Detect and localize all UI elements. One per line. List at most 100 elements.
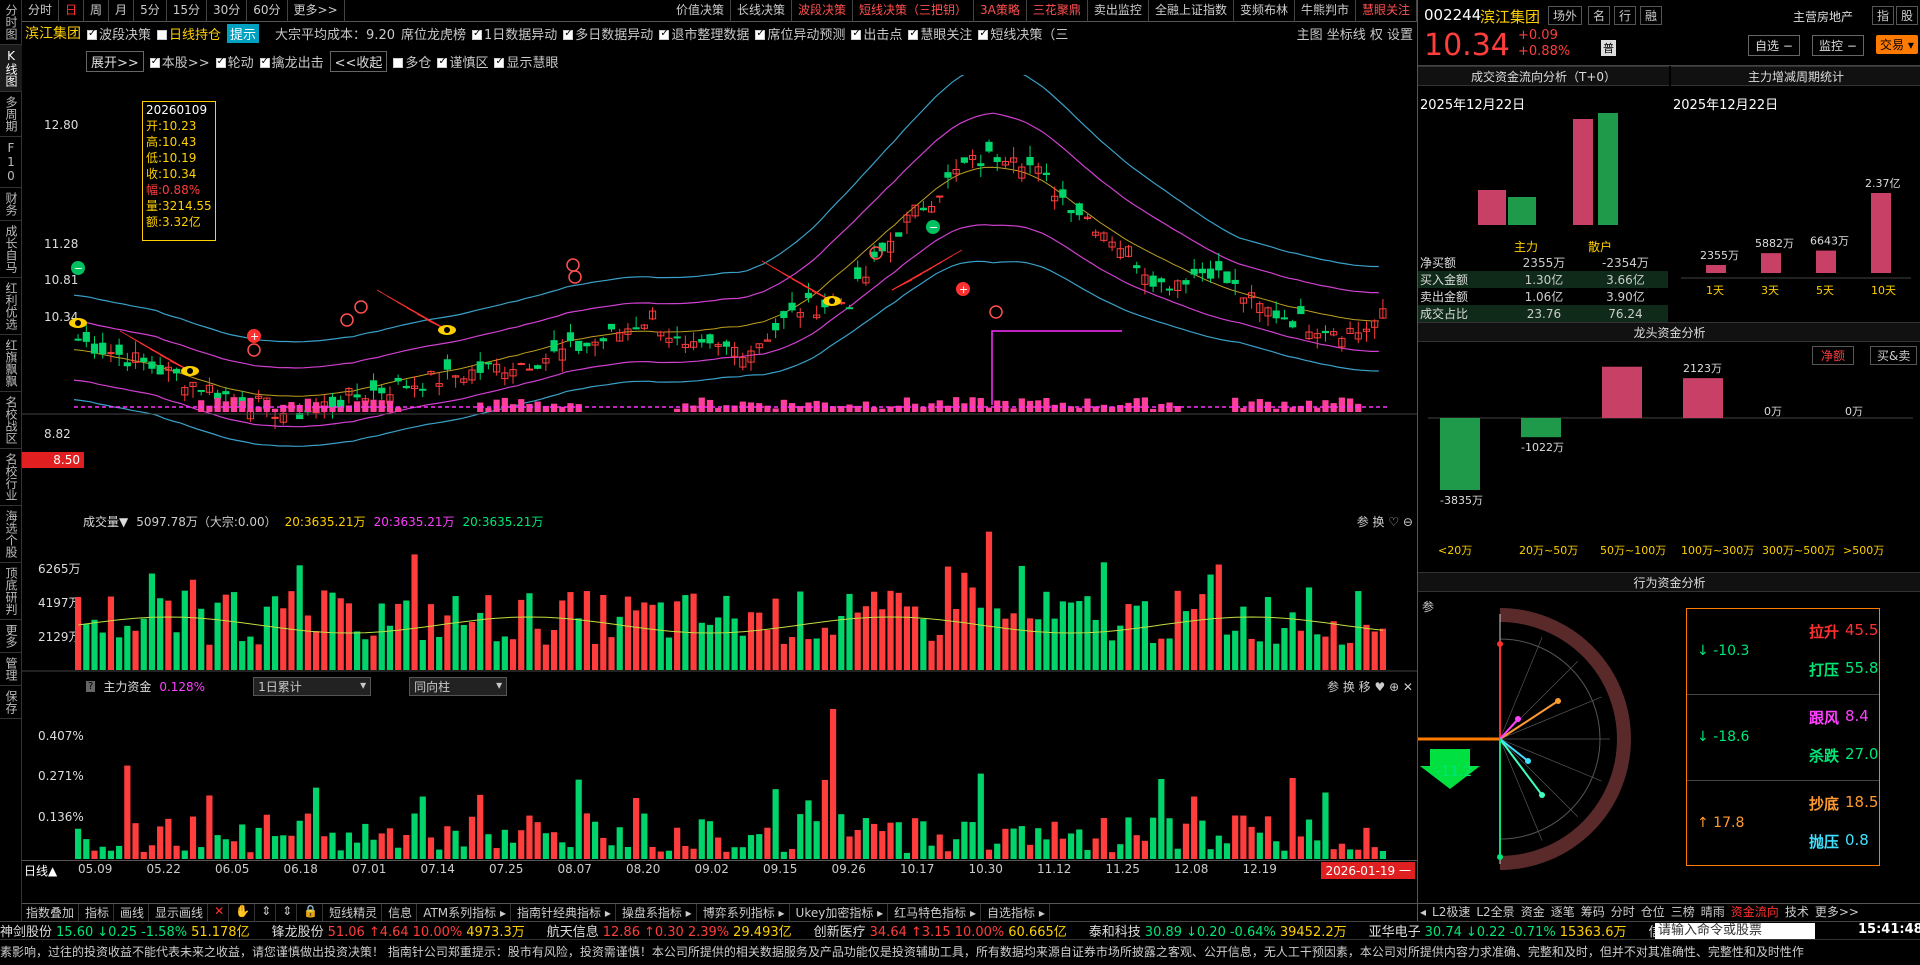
- left-strip-item[interactable]: 顶底研判: [0, 563, 22, 620]
- name-button[interactable]: 名: [1588, 6, 1611, 25]
- dragon-list-link[interactable]: 席位龙虎榜: [401, 24, 466, 43]
- right-panel-tab[interactable]: 分时: [1611, 904, 1635, 921]
- ticker-item[interactable]: 锋龙股份 51.06 ↑4.64 10.00% 4973.3万: [272, 922, 529, 939]
- period-tab[interactable]: 周: [84, 0, 110, 22]
- period-tab[interactable]: 更多>>: [288, 0, 345, 22]
- bottom-tool-tab[interactable]: 指南针经典指标 ▸: [513, 904, 616, 921]
- toolbar-right[interactable]: 主图 坐标线 权 设置: [1297, 24, 1417, 43]
- ticker-item[interactable]: 泰和科技 30.89 ↓0.20 -0.64% 39452.2万: [1089, 922, 1351, 939]
- volume-chart[interactable]: [22, 530, 1417, 672]
- chk-long[interactable]: 多仓: [393, 52, 431, 71]
- chk-eye[interactable]: 慧眼关注: [908, 24, 972, 43]
- bottom-tool-tab[interactable]: 短线精灵: [325, 904, 383, 921]
- kline-chart[interactable]: − + − +: [22, 75, 1417, 505]
- right-panel-tab[interactable]: 资金流向: [1731, 904, 1779, 921]
- left-strip-item[interactable]: 红利优选: [0, 278, 22, 335]
- volume-panel-icons[interactable]: 参 换 ♡ ⊖: [1357, 513, 1413, 530]
- strategy-tab[interactable]: 变频布林: [1234, 0, 1295, 22]
- fund-help-icon[interactable]: ?: [86, 681, 96, 692]
- bottom-tool-tab[interactable]: 显示画线: [151, 904, 209, 921]
- bottom-tool-tab[interactable]: ✕: [210, 904, 230, 921]
- left-strip-item[interactable]: 分时图: [0, 0, 22, 45]
- left-strip-item[interactable]: 多周期: [0, 92, 22, 137]
- strategy-tab[interactable]: 全融上证指数: [1149, 0, 1234, 22]
- stock-button[interactable]: 股: [1896, 6, 1919, 25]
- margin-button[interactable]: 融: [1640, 6, 1663, 25]
- right-panel-tab[interactable]: 晴雨: [1701, 904, 1725, 921]
- volume-title[interactable]: 成交量▼: [83, 513, 128, 530]
- ticker-item[interactable]: 航天信息 12.86 ↑0.30 2.39% 29.493亿: [547, 922, 796, 939]
- self-select-button[interactable]: 自选 −: [1748, 35, 1800, 56]
- bottom-tool-tab[interactable]: ⇕: [278, 904, 298, 921]
- chk-this-stock[interactable]: 本股>>: [149, 52, 210, 71]
- ticker-item[interactable]: 神剑股份 15.60 ↓0.25 -1.58% 51.178亿: [0, 922, 254, 939]
- bottom-tool-tab[interactable]: 画线: [116, 904, 150, 921]
- industry-button[interactable]: 行: [1614, 6, 1637, 25]
- chk-caution[interactable]: 谨慎区: [437, 52, 488, 71]
- left-strip-item[interactable]: F10: [0, 137, 22, 188]
- monitor-button[interactable]: 监控 −: [1812, 35, 1864, 56]
- left-strip-item[interactable]: 财务: [0, 188, 22, 221]
- fund-panel-icons[interactable]: 参 换 移 ♥ ⊕ ✕: [1327, 678, 1413, 695]
- index-button[interactable]: 指: [1872, 6, 1895, 25]
- period-tab[interactable]: 5分: [134, 0, 167, 22]
- ticker-item[interactable]: 亚华电子 30.74 ↓0.22 -0.71% 15363.6万: [1369, 922, 1631, 939]
- bottom-tool-tab[interactable]: 指标: [81, 904, 115, 921]
- chk-wave[interactable]: 波段决策: [87, 24, 151, 43]
- ticker-item[interactable]: 创新医疗 34.64 ↑3.15 10.00% 60.665亿: [814, 922, 1071, 939]
- strategy-tab[interactable]: 价值决策: [670, 0, 731, 22]
- right-panel-tab[interactable]: 仓位: [1641, 904, 1665, 921]
- bottom-tool-tab[interactable]: ATM系列指标 ▸: [419, 904, 511, 921]
- chk-1day[interactable]: 1日数据异动: [472, 24, 557, 43]
- chk-delist[interactable]: 退市整理数据: [659, 24, 749, 43]
- bottom-tool-tab[interactable]: 自选指标 ▸: [983, 904, 1050, 921]
- strategy-tab[interactable]: 卖出监控: [1088, 0, 1149, 22]
- strategy-tab[interactable]: 3A策略: [974, 0, 1027, 22]
- chk-show-eye[interactable]: 显示慧眼: [494, 52, 558, 71]
- left-strip-item[interactable]: 名校行业: [0, 449, 22, 506]
- strategy-tab[interactable]: 三花聚鼎: [1027, 0, 1088, 22]
- right-panel-tab[interactable]: 三榜: [1671, 904, 1695, 921]
- left-strip-item[interactable]: 更多: [0, 620, 22, 653]
- period-tab[interactable]: 15分: [167, 0, 207, 22]
- left-strip-item[interactable]: 红旗飘飘: [0, 335, 22, 392]
- period-tab[interactable]: 日: [59, 0, 85, 22]
- left-strip-item[interactable]: 名校战区: [0, 392, 22, 449]
- trade-button[interactable]: 交易 ▾: [1876, 35, 1918, 54]
- bottom-tool-tab[interactable]: 博弈系列指标 ▸: [699, 904, 790, 921]
- right-panel-tab[interactable]: ◂: [1420, 904, 1426, 921]
- left-strip-item[interactable]: 管理: [0, 653, 22, 686]
- strategy-tab[interactable]: 慧眼关注: [1356, 0, 1417, 22]
- period-tab[interactable]: 30分: [207, 0, 248, 22]
- fund-chart[interactable]: [22, 694, 1417, 860]
- chk-attack[interactable]: 出击点: [851, 24, 902, 43]
- strategy-tab[interactable]: 短线决策（三把钥）: [853, 0, 975, 22]
- right-panel-tab[interactable]: 技术: [1785, 904, 1809, 921]
- right-panel-tab[interactable]: 更多>>: [1815, 904, 1859, 921]
- period-tab[interactable]: 月: [109, 0, 135, 22]
- period-tab[interactable]: 分时: [22, 0, 60, 22]
- strategy-tab[interactable]: 牛熊判市: [1295, 0, 1356, 22]
- period-tab[interactable]: 60分: [247, 0, 288, 22]
- bottom-tool-tab[interactable]: 🔒: [299, 904, 324, 921]
- otc-button[interactable]: 场外: [1548, 6, 1583, 25]
- chk-multiday[interactable]: 多日数据异动: [563, 24, 653, 43]
- strategy-tab[interactable]: 长线决策: [731, 0, 793, 22]
- bottom-tool-tab[interactable]: 红马特色指标 ▸: [890, 904, 982, 921]
- strategy-tab[interactable]: 波段决策: [792, 0, 854, 22]
- chk-dragon[interactable]: 擒龙出击: [259, 52, 324, 71]
- bottom-tool-tab[interactable]: 操盘系指标 ▸: [618, 904, 697, 921]
- bottom-tool-tab[interactable]: ⇕: [257, 904, 277, 921]
- right-panel-tab[interactable]: L2全景: [1476, 904, 1514, 921]
- left-strip-item[interactable]: 保存: [0, 686, 22, 719]
- left-strip-item[interactable]: 海选个股: [0, 506, 22, 563]
- bottom-tool-tab[interactable]: ✋: [231, 904, 256, 921]
- right-panel-tab[interactable]: 筹码: [1581, 904, 1605, 921]
- chk-rotate[interactable]: 轮动: [215, 52, 254, 71]
- chk-short[interactable]: 短线决策（三: [978, 24, 1068, 43]
- bottom-tool-tab[interactable]: 指数叠加: [22, 904, 80, 921]
- right-panel-tab[interactable]: 资金: [1521, 904, 1545, 921]
- bottom-tool-tab[interactable]: Ukey加密指标 ▸: [792, 904, 889, 921]
- chk-line-hold[interactable]: 日线持仓: [157, 24, 221, 43]
- period-label[interactable]: 日线▲: [24, 862, 57, 879]
